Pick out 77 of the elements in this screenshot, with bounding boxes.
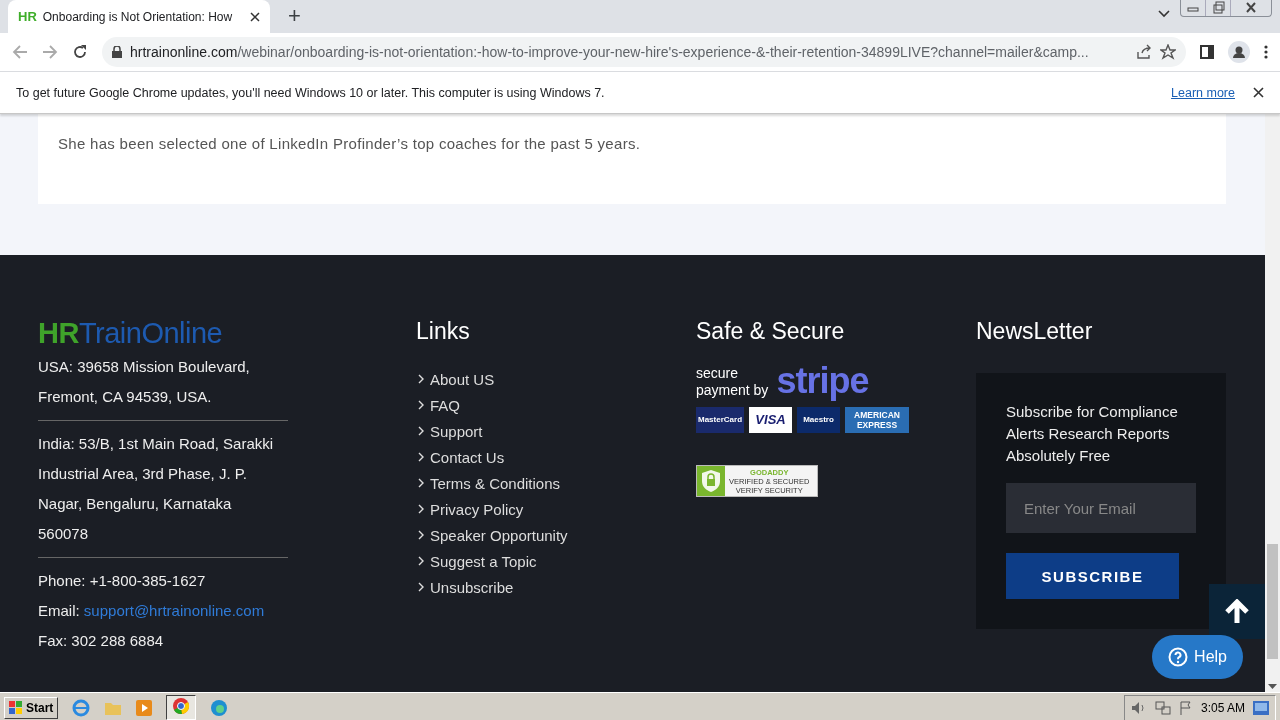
footer-link[interactable]: Suggest a Topic: [416, 551, 696, 571]
side-panel-icon[interactable]: [1200, 45, 1214, 59]
help-button[interactable]: Help: [1152, 635, 1243, 679]
newsletter-text: Subscribe for Compliance Alerts Research Reports Absolutely Free: [1006, 402, 1179, 466]
fax-text: Fax: 302 288 6884: [38, 631, 165, 651]
question-icon: [1168, 647, 1189, 667]
chevron-right-icon: [416, 503, 424, 515]
scroll-down-icon[interactable]: [1268, 684, 1277, 689]
stripe-caption: secure payment by: [696, 365, 769, 399]
payment-card-logo: MasterCard: [696, 407, 744, 433]
back-to-top-button[interactable]: [1209, 584, 1265, 639]
subscribe-button[interactable]: SUBSCRIBE: [1006, 553, 1179, 599]
phone-text: Phone: +1-800-385-1627: [38, 571, 207, 591]
chevron-right-icon: [416, 477, 424, 489]
footer-link[interactable]: FAQ: [416, 395, 696, 415]
footer-link[interactable]: Unsubscribe: [416, 577, 696, 597]
address-text: India: 53/B, 1st Main Road, Sarakki Industrial Area, 3rd Phase, J. P. Nagar, Bengaluru, Karnataka 560078: [38, 434, 275, 544]
flag-icon[interactable]: [1178, 700, 1193, 715]
update-message: To get future Google Chrome updates, you'll need Windows 10 or later. This computer is using Windows 7.: [16, 85, 606, 100]
chevron-right-icon: [416, 581, 424, 593]
chrome-icon: [172, 697, 191, 715]
speaker-icon[interactable]: [1130, 700, 1147, 715]
payment-card-logo: AMERICAN EXPRESS: [845, 407, 909, 433]
new-tab-button[interactable]: +: [284, 3, 305, 29]
address-bar[interactable]: hrtrainonline.com/webinar/onboarding-is-not-orientation:-how-to-improve-your-new-hire's-experience-&-their-retention-34899LIVE?channel=mailer&camp...: [102, 37, 1186, 67]
profile-icon[interactable]: [1228, 41, 1250, 63]
close-icon[interactable]: [250, 11, 260, 22]
email-label: Email:: [38, 602, 80, 619]
chevron-right-icon: [416, 555, 424, 567]
close-icon[interactable]: [1253, 87, 1264, 98]
site-logo[interactable]: HRTrainOnline: [38, 317, 223, 350]
bio-text: She has been selected one of LinkedIn Profinder’s top coaches for the past 5 years.: [58, 135, 641, 152]
scrollbar-thumb[interactable]: [1267, 544, 1278, 659]
secure-heading: Safe & Secure: [696, 317, 846, 345]
tab-title: Onboarding is Not Orientation: How: [42, 9, 234, 24]
learn-more-link[interactable]: Learn more: [1171, 85, 1235, 100]
reload-icon[interactable]: [72, 44, 88, 60]
forward-icon[interactable]: [42, 44, 58, 60]
footer-link[interactable]: Terms & Conditions: [416, 473, 696, 493]
stripe-wordmark: stripe: [776, 363, 869, 399]
back-icon[interactable]: [12, 44, 28, 60]
footer-link[interactable]: Speaker Opportunity: [416, 525, 696, 545]
edge-icon[interactable]: [210, 698, 229, 717]
chevron-right-icon: [416, 373, 424, 385]
chevron-right-icon: [416, 399, 424, 411]
scrollbar[interactable]: [1265, 114, 1280, 692]
network-icon[interactable]: [1154, 700, 1171, 715]
footer-link[interactable]: Privacy Policy: [416, 499, 696, 519]
address-text: USA: 39658 Mission Boulevard, Fremont, CA 94539, USA.: [38, 357, 251, 407]
chevron-down-icon[interactable]: [1158, 10, 1170, 18]
star-icon[interactable]: [1160, 44, 1176, 60]
payment-card-logo: VISA: [749, 407, 792, 433]
menu-icon[interactable]: [1264, 45, 1268, 59]
favicon: HR: [18, 9, 37, 24]
footer-link[interactable]: About US: [416, 369, 696, 389]
taskbar-button[interactable]: [166, 695, 197, 720]
browser-tab[interactable]: HR Onboarding is Not Orientation: How: [8, 0, 270, 33]
media-player-icon[interactable]: [136, 699, 153, 716]
email-link[interactable]: support@hrtrainonline.com: [83, 602, 265, 619]
show-desktop-icon[interactable]: [1253, 700, 1269, 715]
arrow-up-icon: [1224, 598, 1250, 625]
payment-card-logo: Maestro: [797, 407, 840, 433]
links-heading: Links: [416, 317, 471, 345]
chevron-right-icon: [416, 451, 424, 463]
email-field[interactable]: Enter Your Email: [1006, 483, 1196, 533]
chevron-right-icon: [416, 425, 424, 437]
newsletter-heading: NewsLetter: [976, 317, 1094, 345]
clock-text: 3:05 AM: [1200, 700, 1245, 715]
footer-link[interactable]: Support: [416, 421, 696, 441]
start-button[interactable]: Start: [4, 696, 59, 719]
footer-link[interactable]: Contact Us: [416, 447, 696, 467]
lock-icon: [112, 46, 122, 58]
windows-logo-icon: [9, 700, 23, 715]
url-text: hrtrainonline.com/webinar/onboarding-is-not-orientation:-how-to-improve-your-new-hire's-experience-&-their-retention-34899LIVE?channel=mailer&camp...: [130, 44, 1090, 60]
chevron-right-icon: [416, 529, 424, 541]
browser-icon[interactable]: [72, 698, 91, 717]
share-icon[interactable]: [1136, 44, 1152, 60]
